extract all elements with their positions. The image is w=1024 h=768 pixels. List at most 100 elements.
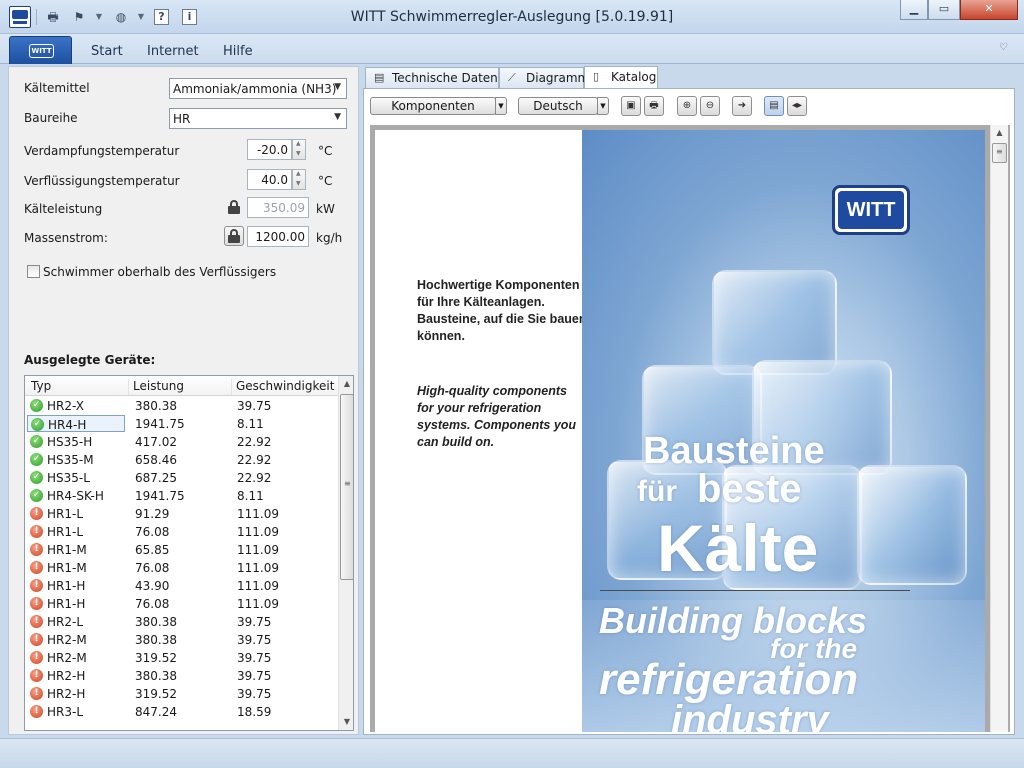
error-circle-icon: ! (30, 651, 43, 664)
table-row[interactable]: ! HR1-M 65.85 111.09 (25, 541, 338, 559)
input-panel: Kältemittel Ammoniak/ammonia (NH3) ▼ Bau… (8, 66, 359, 735)
maximize-button[interactable]: ▭ (928, 0, 960, 20)
typ-value: HR1-M (47, 561, 87, 575)
leistung-value: 847.24 (135, 705, 177, 719)
table-row[interactable]: ✓ HR2-X 380.38 39.75 (25, 397, 338, 415)
kaelteleistung-input[interactable]: 350.09 (247, 197, 309, 218)
speed-value: 111.09 (237, 543, 279, 557)
typ-cell: ! HR1-M (27, 541, 125, 558)
tab-diagramm[interactable]: ⟋ Diagramm (499, 67, 589, 88)
lock-toggle-button[interactable] (224, 226, 244, 246)
leistung-value: 76.08 (135, 597, 170, 611)
leistung-value: 43.90 (135, 579, 170, 593)
table-row[interactable]: ! HR3-L 847.24 18.59 (25, 703, 338, 721)
column-leistung[interactable]: Leistung (128, 379, 184, 395)
table-row[interactable]: ✓ HS35-H 417.02 22.92 (25, 433, 338, 451)
catalog-page: Hochwertige Komponenten für Ihre Kältean… (375, 130, 985, 732)
tab-katalog[interactable]: ▯ Katalog (584, 66, 658, 89)
lock-icon[interactable] (228, 200, 240, 214)
typ-value: HR1-L (47, 525, 84, 539)
fit-width-icon[interactable]: ◂▸ (787, 96, 807, 116)
witt-logo: WITT (832, 185, 910, 235)
components-dropdown[interactable]: Komponenten (370, 97, 496, 115)
schwimmer-checkbox[interactable] (27, 265, 40, 278)
typ-cell: ✓ HS35-L (27, 469, 125, 486)
speed-value: 111.09 (237, 561, 279, 575)
table-row[interactable]: ! HR1-H 76.08 111.09 (25, 595, 338, 613)
chevron-down-icon[interactable]: ▼ (495, 97, 507, 115)
speed-value: 111.09 (237, 597, 279, 611)
scroll-thumb[interactable]: ≡ (340, 394, 353, 580)
document-tabs: ▤ Technische Daten ⟋ Diagramm ▯ Katalog (363, 66, 1015, 89)
verfluessigung-stepper[interactable] (292, 169, 306, 190)
table-row[interactable]: ! HR2-M 319.52 39.75 (25, 649, 338, 667)
list-scrollbar[interactable]: ▲ ≡ ▼ (338, 376, 353, 730)
zoom-in-icon[interactable]: ⊕ (677, 96, 697, 116)
minimize-button[interactable]: ▁ (900, 0, 928, 20)
baureihe-select[interactable]: HR ▼ (169, 108, 347, 129)
scroll-thumb[interactable]: ≡ (992, 143, 1007, 163)
table-row[interactable]: ! HR1-L 76.08 111.09 (25, 523, 338, 541)
table-row[interactable]: ✓ HR4-SK-H 1941.75 8.11 (25, 487, 338, 505)
next-page-icon[interactable]: ➜ (732, 96, 752, 116)
save-icon[interactable]: ▣ (621, 96, 641, 116)
language-dropdown[interactable]: Deutsch (518, 97, 598, 115)
speed-value: 39.75 (237, 399, 272, 413)
headline-de-2: für (637, 475, 677, 508)
app-menu-button[interactable]: WITT (9, 36, 72, 64)
column-geschwindigkeit[interactable]: Geschwindigkeit (231, 379, 334, 395)
scroll-down-icon[interactable]: ▼ (339, 714, 353, 730)
check-circle-icon: ✓ (30, 399, 43, 412)
chevron-down-icon[interactable]: ▼ (597, 97, 609, 115)
status-bar (0, 738, 1024, 768)
speed-value: 39.75 (237, 615, 272, 629)
tab-hilfe[interactable]: Hilfe (223, 44, 253, 59)
verdampfung-stepper[interactable] (292, 139, 306, 160)
table-row[interactable]: ✓ HS35-M 658.46 22.92 (25, 451, 338, 469)
catalog-panel: Komponenten ▼ Deutsch ▼ ▣ 🖶 ⊕ ⊖ ➜ ▤ ◂▸ H… (363, 88, 1015, 735)
error-circle-icon: ! (30, 561, 43, 574)
table-row[interactable]: ! HR2-H 319.52 39.75 (25, 685, 338, 703)
close-button[interactable]: ✕ (960, 0, 1018, 20)
column-typ[interactable]: Typ (25, 379, 51, 395)
typ-cell: ✓ HR2-X (27, 397, 125, 414)
print-icon[interactable]: 🖶 (644, 96, 664, 116)
pdf-viewer[interactable]: Hochwertige Komponenten für Ihre Kältean… (370, 125, 1010, 732)
baureihe-label: Baureihe (24, 111, 78, 125)
table-row[interactable]: ✓ HS35-L 687.25 22.92 (25, 469, 338, 487)
table-row[interactable]: ! HR1-H 43.90 111.09 (25, 577, 338, 595)
table-row[interactable]: ! HR2-H 380.38 39.75 (25, 667, 338, 685)
document-icon: ▯ (593, 70, 600, 83)
table-row[interactable]: ✓ HR4-H 1941.75 8.11 (25, 415, 338, 433)
table-row[interactable]: ! HR2-L 380.38 39.75 (25, 613, 338, 631)
typ-cell: ! HR2-H (27, 685, 125, 702)
list-header: Typ Leistung Geschwindigkeit (25, 376, 338, 396)
devices-list[interactable]: Typ Leistung Geschwindigkeit ✓ HR2-X 380.3… (24, 375, 354, 731)
table-row[interactable]: ! HR2-M 380.38 39.75 (25, 631, 338, 649)
zoom-out-icon[interactable]: ⊖ (700, 96, 720, 116)
viewer-scrollbar[interactable]: ▲ ≡ (990, 125, 1008, 732)
typ-value: HR1-H (47, 579, 86, 593)
kaeltemittel-value: Ammoniak/ammonia (NH3) (173, 82, 337, 96)
single-page-icon[interactable]: ▤ (764, 96, 784, 116)
massenstrom-input[interactable]: 1200.00 (247, 226, 309, 247)
chart-icon: ⟋ (508, 71, 516, 84)
tab-start[interactable]: Start (91, 44, 123, 59)
typ-cell: ! HR2-H (27, 667, 125, 684)
catalog-toolbar: Komponenten ▼ Deutsch ▼ ▣ 🖶 ⊕ ⊖ ➜ ▤ ◂▸ (370, 95, 1006, 119)
table-row[interactable]: ! HR1-L 91.29 111.09 (25, 505, 338, 523)
tab-technische-daten[interactable]: ▤ Technische Daten (365, 67, 499, 88)
leistung-value: 380.38 (135, 669, 177, 683)
kaeltemittel-select[interactable]: Ammoniak/ammonia (NH3) ▼ (169, 78, 347, 99)
verdampfung-input[interactable]: -20.0 (247, 139, 292, 160)
speed-value: 111.09 (237, 579, 279, 593)
error-circle-icon: ! (30, 669, 43, 682)
typ-value: HS35-H (47, 435, 93, 449)
tab-internet[interactable]: Internet (147, 44, 199, 59)
scroll-up-icon[interactable]: ▲ (991, 125, 1008, 141)
leistung-value: 380.38 (135, 399, 177, 413)
verfluessigung-input[interactable]: 40.0 (247, 169, 292, 190)
table-row[interactable]: ! HR1-M 76.08 111.09 (25, 559, 338, 577)
ribbon-collapse-icon[interactable]: ♡ (999, 42, 1008, 53)
scroll-up-icon[interactable]: ▲ (339, 376, 353, 392)
